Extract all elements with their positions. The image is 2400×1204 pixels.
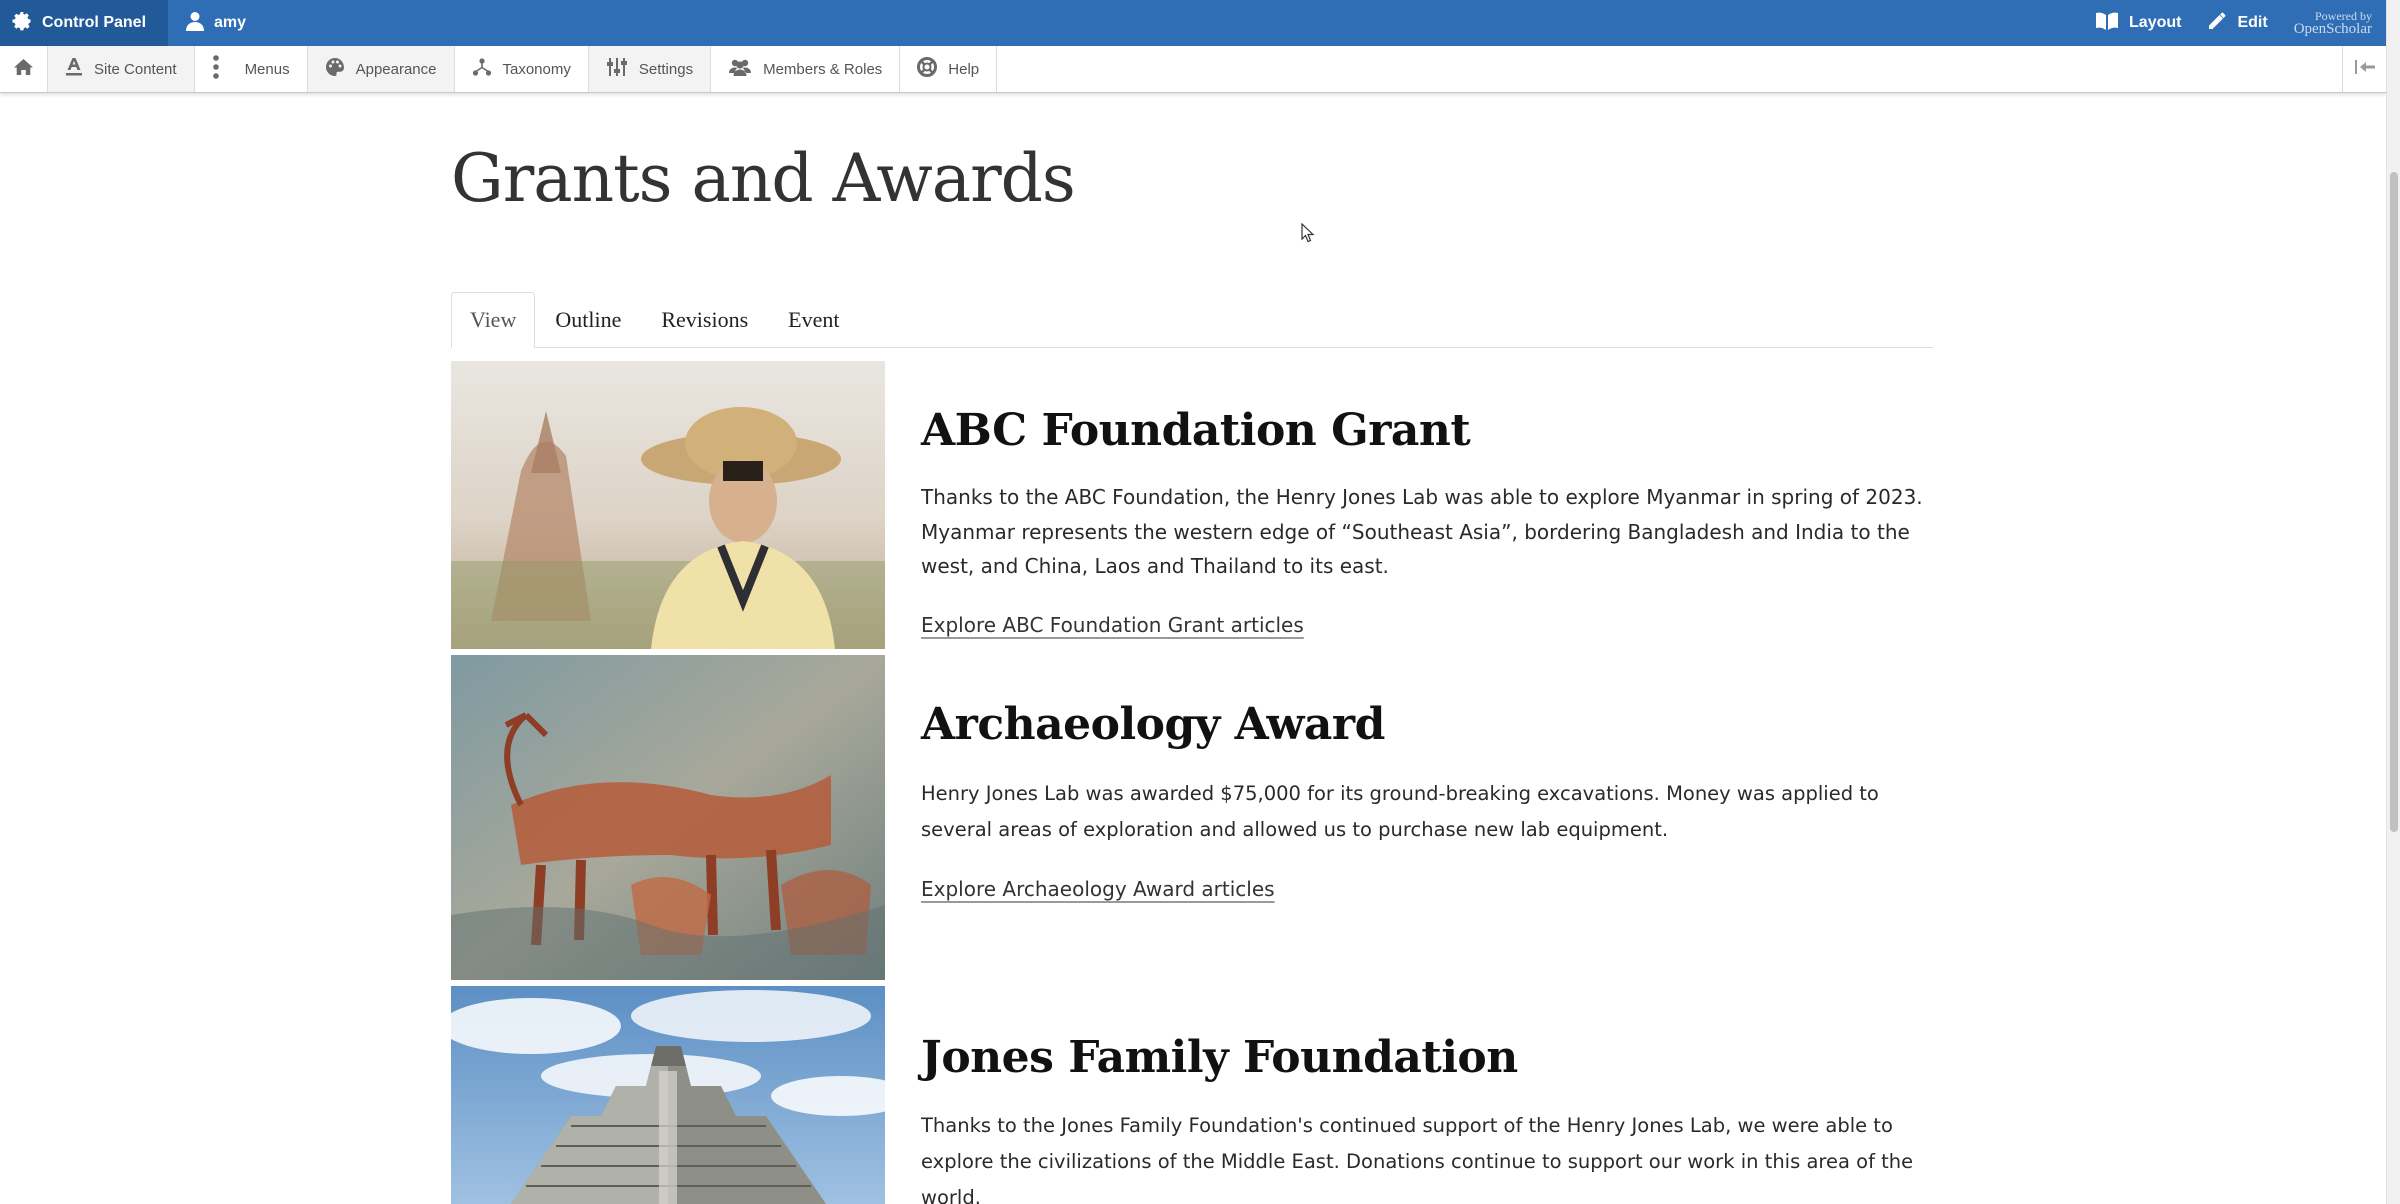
entry-articles-link[interactable]: Explore Archaeology Award articles	[921, 877, 1275, 901]
edit-label: Edit	[2237, 14, 2268, 31]
tab-event[interactable]: Event	[768, 292, 859, 347]
user-icon	[186, 11, 205, 36]
toolbar-site-content[interactable]: Site Content	[48, 46, 195, 92]
book-icon	[2095, 11, 2119, 36]
page-title: Grants and Awards	[451, 140, 1076, 217]
home-icon	[14, 58, 33, 81]
scrollbar-thumb[interactable]	[2390, 172, 2398, 832]
settings-icon	[606, 57, 628, 81]
content-tabs: View Outline Revisions Event	[451, 292, 1933, 348]
toolbar-collapse-button[interactable]	[2342, 46, 2386, 92]
entry-title[interactable]: Archaeology Award	[921, 699, 1385, 750]
entry-image-cave-painting[interactable]	[451, 655, 885, 980]
user-name: amy	[214, 14, 247, 31]
tab-outline[interactable]: Outline	[535, 292, 641, 347]
toolbar-label: Site Content	[94, 60, 177, 78]
openscholar-text: OpenScholar	[2293, 21, 2372, 37]
pencil-icon	[2207, 11, 2227, 36]
user-menu-button[interactable]: amy	[168, 0, 264, 46]
entry-image-girl-with-hat[interactable]	[451, 361, 885, 649]
tab-revisions[interactable]: Revisions	[641, 292, 768, 347]
toolbar-members-roles[interactable]: Members & Roles	[711, 46, 901, 92]
topbar-actions: Layout Edit Powered by OpenScholar	[2095, 0, 2372, 46]
help-icon	[917, 57, 938, 81]
collapse-icon	[2354, 59, 2376, 79]
members-icon	[728, 58, 752, 80]
site-content-icon	[65, 57, 83, 81]
entry-title[interactable]: Jones Family Foundation	[921, 1032, 1518, 1083]
toolbar-appearance[interactable]: Appearance	[307, 46, 455, 92]
control-panel-label: Control Panel	[42, 14, 147, 31]
menus-icon	[212, 55, 220, 83]
palette-icon	[325, 57, 345, 81]
toolbar-settings[interactable]: Settings	[588, 46, 712, 92]
layout-label: Layout	[2129, 14, 2182, 31]
toolbar-label: Appearance	[355, 60, 437, 78]
entry-body: Thanks to the Jones Family Foundation's …	[921, 1114, 1914, 1204]
toolbar-label: Settings	[638, 60, 694, 78]
toolbar-label: Members & Roles	[763, 60, 883, 78]
taxonomy-icon	[472, 57, 492, 81]
entry-body: Thanks to the ABC Foundation, the Henry …	[921, 485, 1923, 578]
toolbar-label: Help	[948, 60, 980, 78]
openscholar-logo[interactable]: Powered by OpenScholar	[2293, 10, 2372, 37]
toolbar-menus[interactable]: Menus	[195, 46, 308, 92]
mouse-cursor-icon	[1301, 222, 1315, 248]
tab-view[interactable]: View	[451, 292, 536, 348]
layout-button[interactable]: Layout	[2095, 11, 2181, 36]
page-scrollbar[interactable]	[2386, 0, 2400, 1204]
toolbar-label: Taxonomy	[502, 60, 571, 78]
gear-icon	[12, 11, 32, 36]
edit-button[interactable]: Edit	[2207, 11, 2268, 36]
entry-articles-link[interactable]: Explore ABC Foundation Grant articles	[921, 613, 1304, 637]
entry-body: Henry Jones Lab was awarded $75,000 for …	[921, 782, 1879, 841]
toolbar-label: Menus	[244, 60, 290, 78]
toolbar-taxonomy[interactable]: Taxonomy	[455, 46, 589, 92]
entry-title[interactable]: ABC Foundation Grant	[921, 405, 1471, 456]
control-panel-button[interactable]: Control Panel	[0, 0, 169, 46]
entry-image-pyramid[interactable]	[451, 986, 885, 1204]
admin-toolbar: Site Content Menus Appearance Taxonomy S…	[0, 46, 2386, 93]
home-button[interactable]	[0, 46, 48, 92]
admin-topbar: Control Panel amy Layout Edit Powered by…	[0, 0, 2386, 46]
toolbar-help[interactable]: Help	[900, 46, 998, 92]
